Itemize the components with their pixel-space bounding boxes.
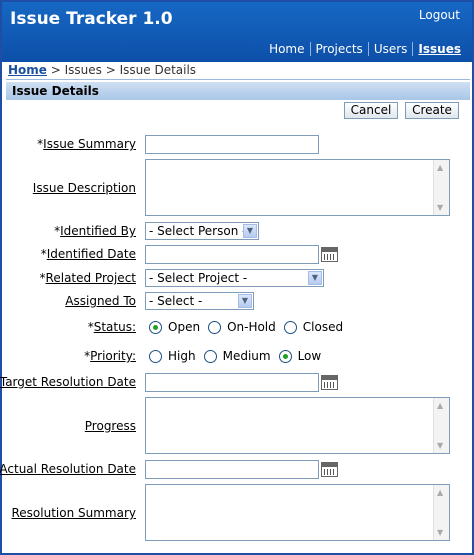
logout-link[interactable]: Logout bbox=[419, 8, 460, 22]
identified-by-label-text: Identified By bbox=[60, 224, 136, 238]
priority-radio-group: High Medium Low bbox=[149, 349, 329, 363]
related-project-value: - Select Project - bbox=[149, 271, 248, 285]
status-on-hold-label[interactable]: On-Hold bbox=[227, 320, 276, 334]
priority-high-label[interactable]: High bbox=[168, 349, 196, 363]
issue-description-label-text: Issue Description bbox=[32, 181, 136, 195]
status-closed-label[interactable]: Closed bbox=[303, 320, 343, 334]
assigned-to-label: Assigned To bbox=[65, 294, 136, 308]
app-title: Issue Tracker 1.0 bbox=[10, 9, 173, 29]
breadcrumb-separator: > bbox=[46, 63, 65, 77]
actual-resolution-date-input[interactable] bbox=[145, 460, 319, 479]
nav-tab-issues[interactable]: Issues bbox=[412, 42, 466, 56]
status-closed-radio[interactable] bbox=[283, 320, 297, 334]
breadcrumb-current: Issue Details bbox=[119, 63, 197, 77]
identified-by-select[interactable]: - Select Person - ▼ bbox=[145, 222, 259, 240]
assigned-to-select[interactable]: - Select - ▼ bbox=[145, 292, 254, 310]
breadcrumb-issues[interactable]: Issues bbox=[65, 63, 102, 77]
target-resolution-date-label-text: Target Resolution Date bbox=[0, 375, 136, 389]
calendar-icon[interactable] bbox=[321, 462, 338, 477]
status-on-hold-radio[interactable] bbox=[208, 320, 222, 334]
app-header: Issue Tracker 1.0 Logout Home Projects U… bbox=[2, 2, 472, 62]
identified-date-label: *Identified Date bbox=[41, 247, 136, 261]
identified-by-label: *Identified By bbox=[54, 224, 136, 238]
scrollbar[interactable]: ▲ ▼ bbox=[433, 160, 449, 215]
assigned-to-label-text: Assigned To bbox=[65, 294, 136, 308]
identified-date-label-text: Identified Date bbox=[46, 247, 136, 261]
identified-by-value: - Select Person - bbox=[149, 224, 247, 238]
priority-label: *Priority: bbox=[84, 349, 136, 363]
priority-high-radio[interactable] bbox=[149, 349, 162, 363]
progress-textarea[interactable]: ▲ ▼ bbox=[145, 397, 450, 454]
chevron-down-icon[interactable]: ▼ bbox=[308, 271, 322, 285]
related-project-label-text: Related Project bbox=[45, 271, 136, 285]
nav-tab-projects[interactable]: Projects bbox=[309, 42, 368, 56]
issue-summary-label: *Issue Summary bbox=[37, 137, 136, 151]
breadcrumb-separator: > bbox=[101, 63, 120, 77]
priority-low-radio[interactable] bbox=[278, 349, 292, 363]
app-window: Issue Tracker 1.0 Logout Home Projects U… bbox=[0, 0, 474, 555]
related-project-label: *Related Project bbox=[40, 271, 136, 285]
resolution-summary-label-text: Resolution Summary bbox=[11, 506, 136, 520]
nav-tab-home[interactable]: Home bbox=[264, 42, 309, 56]
resolution-summary-label: Resolution Summary bbox=[11, 506, 136, 520]
create-button[interactable]: Create bbox=[405, 102, 459, 119]
region-title: Issue Details bbox=[6, 82, 470, 100]
nav-tab-users[interactable]: Users bbox=[367, 42, 413, 56]
priority-label-text: Priority: bbox=[90, 349, 136, 363]
scroll-down-icon[interactable]: ▼ bbox=[437, 203, 443, 212]
priority-low-label[interactable]: Low bbox=[298, 349, 322, 363]
scrollbar[interactable]: ▲ ▼ bbox=[433, 485, 449, 540]
issue-summary-label-text: Issue Summary bbox=[43, 137, 136, 151]
related-project-select[interactable]: - Select Project - ▼ bbox=[145, 269, 324, 287]
identified-date-input[interactable] bbox=[145, 245, 319, 264]
scroll-down-icon[interactable]: ▼ bbox=[437, 528, 443, 537]
priority-medium-radio[interactable] bbox=[203, 349, 217, 363]
assigned-to-value: - Select - bbox=[149, 294, 203, 308]
scrollbar[interactable]: ▲ ▼ bbox=[433, 398, 449, 453]
issue-summary-input[interactable] bbox=[145, 135, 319, 154]
progress-label-text: Progress bbox=[84, 419, 136, 433]
scroll-down-icon[interactable]: ▼ bbox=[437, 441, 443, 450]
scroll-up-icon[interactable]: ▲ bbox=[437, 488, 443, 497]
status-open-label[interactable]: Open bbox=[168, 320, 200, 334]
status-radio-group: Open On-Hold Closed bbox=[149, 320, 351, 334]
issue-description-textarea[interactable]: ▲ ▼ bbox=[145, 159, 450, 216]
status-label-text: Status: bbox=[93, 320, 136, 334]
cancel-button[interactable]: Cancel bbox=[344, 102, 398, 119]
scroll-up-icon[interactable]: ▲ bbox=[437, 163, 443, 172]
calendar-icon[interactable] bbox=[321, 375, 338, 390]
breadcrumb-home-link[interactable]: Home bbox=[8, 63, 47, 77]
calendar-icon[interactable] bbox=[321, 247, 338, 262]
target-resolution-date-input[interactable] bbox=[145, 373, 319, 392]
priority-medium-label[interactable]: Medium bbox=[223, 349, 271, 363]
target-resolution-date-label: Target Resolution Date bbox=[0, 375, 136, 389]
issue-description-label: Issue Description bbox=[33, 181, 136, 195]
main-nav: Home Projects Users Issues bbox=[264, 42, 466, 56]
divider bbox=[6, 79, 470, 80]
actual-resolution-date-label: Actual Resolution Date bbox=[0, 462, 136, 476]
resolution-summary-textarea[interactable]: ▲ ▼ bbox=[145, 484, 450, 541]
breadcrumb: Home > Issues > Issue Details bbox=[8, 63, 196, 77]
progress-label: Progress bbox=[85, 419, 136, 433]
chevron-down-icon[interactable]: ▼ bbox=[243, 224, 257, 238]
actual-resolution-date-label-text: Actual Resolution Date bbox=[0, 462, 136, 476]
status-label: *Status: bbox=[88, 320, 136, 334]
scroll-up-icon[interactable]: ▲ bbox=[437, 401, 443, 410]
status-open-radio[interactable] bbox=[149, 320, 162, 334]
chevron-down-icon[interactable]: ▼ bbox=[238, 294, 252, 308]
